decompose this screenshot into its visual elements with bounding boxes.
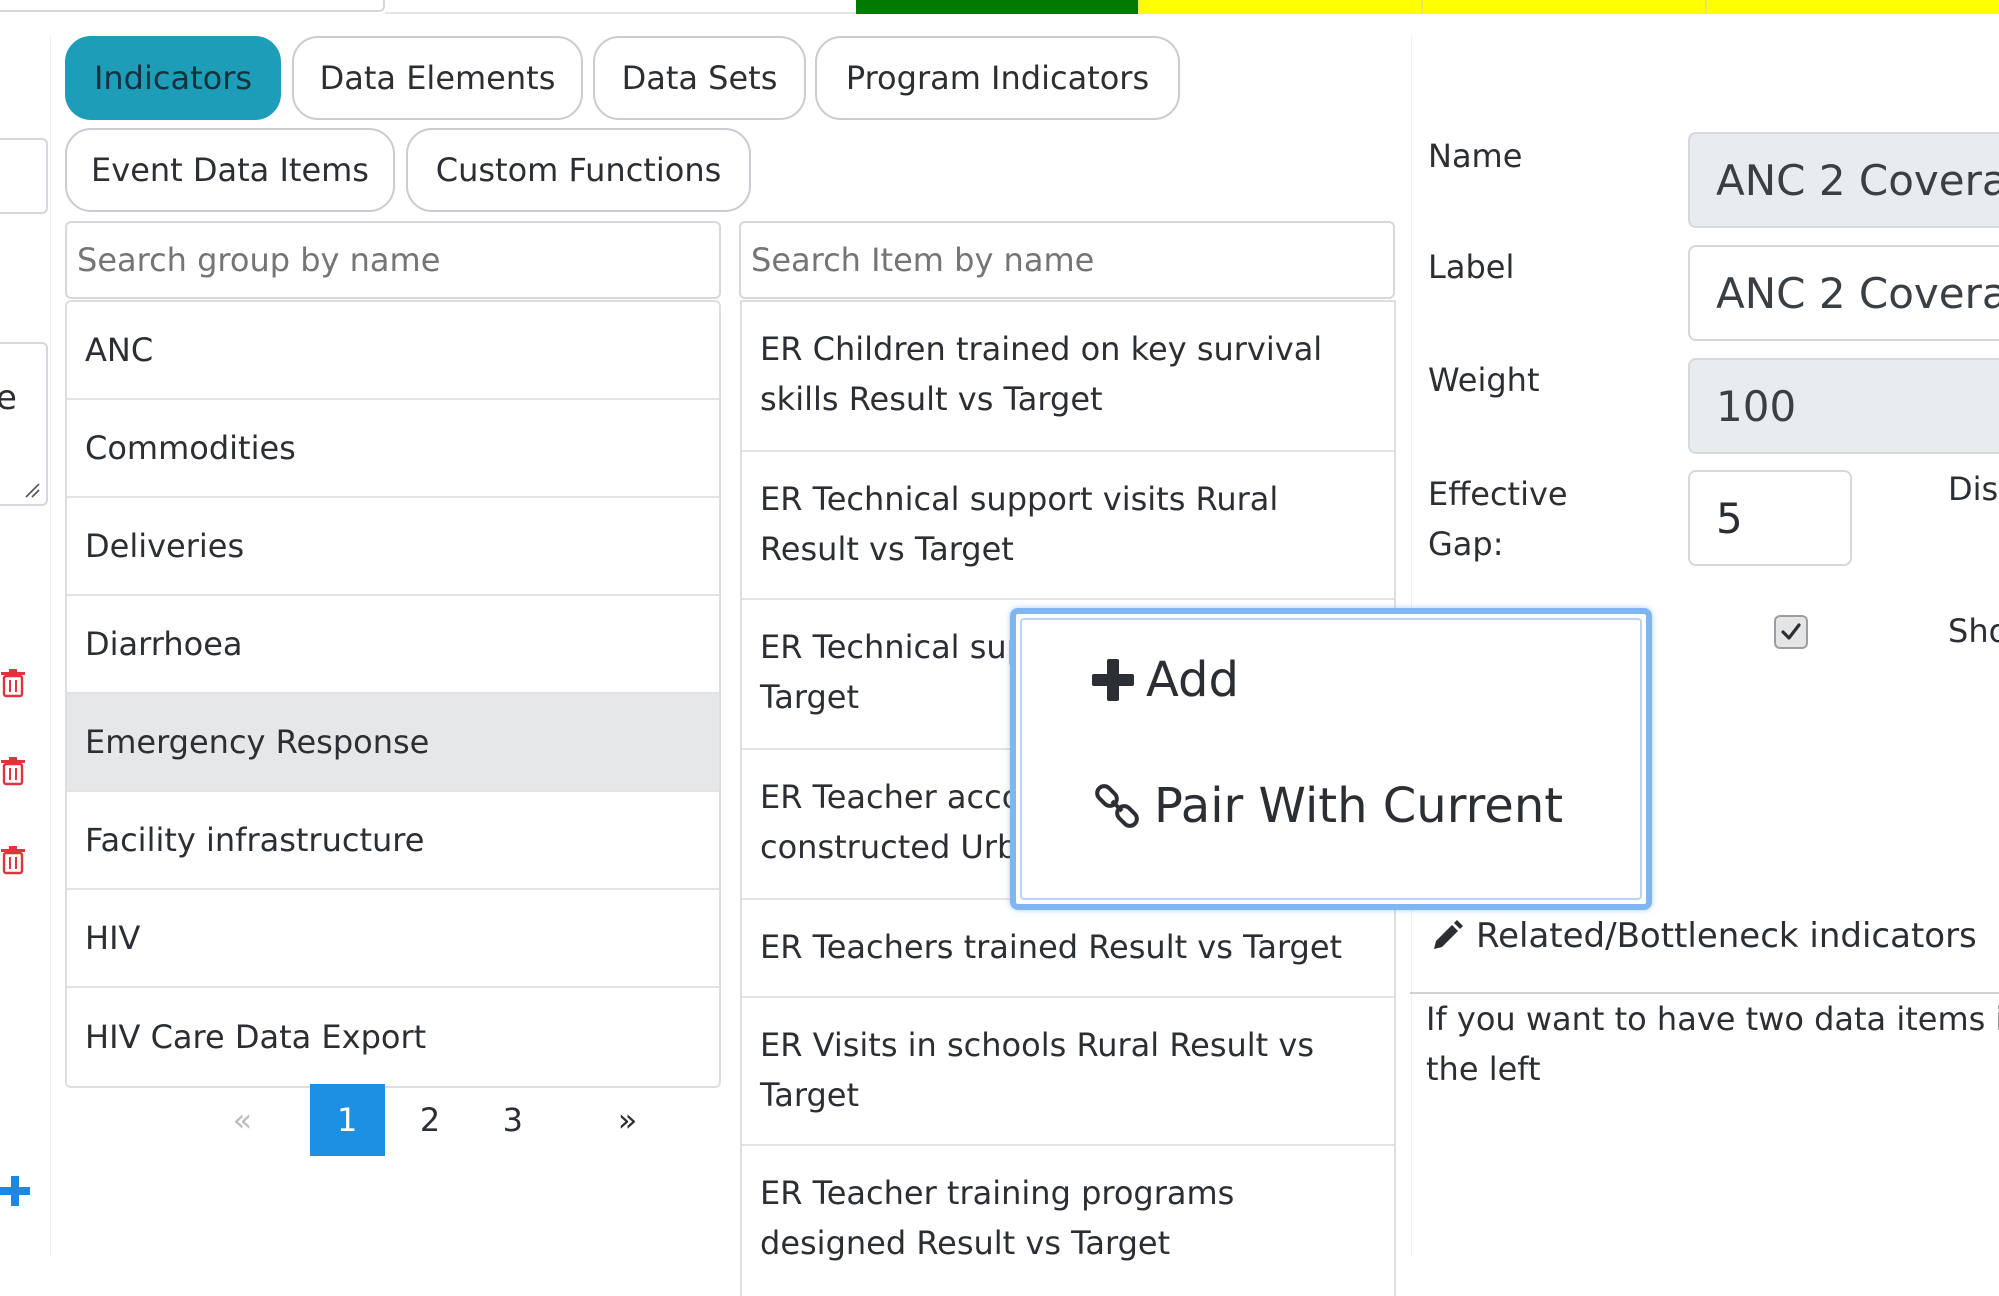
progress-segment [856, 0, 1138, 14]
group-list-item[interactable]: HIV [67, 890, 719, 988]
textarea-text-fragment: e [0, 378, 17, 418]
menu-item-add-label: Add [1146, 652, 1239, 708]
name-field[interactable]: ANC 2 Covera [1688, 132, 1999, 228]
resize-grip-icon[interactable] [24, 482, 40, 498]
progress-segment [1421, 0, 1705, 14]
item-text-line: skills Result vs Target [760, 380, 1103, 418]
pagination-page[interactable]: 1 [309, 1084, 385, 1156]
item-list-row[interactable]: ER Teacher training programs designed Re… [742, 1146, 1394, 1296]
show-label: Sho [1948, 612, 1999, 650]
tab-custom-functions[interactable]: Custom Functions [406, 128, 751, 212]
related-help-text: If you want to have two data items i the… [1426, 994, 1999, 1094]
tab-indicators[interactable]: Indicators [65, 36, 281, 120]
group-list-item[interactable]: HIV Care Data Export [67, 988, 719, 1086]
pagination-next[interactable]: » [590, 1084, 665, 1156]
label-field[interactable]: ANC 2 Covera [1688, 245, 1999, 341]
menu-item-add[interactable]: Add [1092, 652, 1239, 708]
weight-field[interactable]: 100 [1688, 358, 1999, 454]
item-text-line: ER Teacher training programs [760, 1174, 1235, 1212]
effective-gap-label-line: Effective [1428, 475, 1568, 513]
effective-gap-label: Effective Gap: [1428, 469, 1568, 569]
group-list: ANC Commodities Deliveries Diarrhoea Eme… [65, 300, 721, 1088]
group-list-item[interactable]: Diarrhoea [67, 596, 719, 694]
item-text-line: designed Result vs Target [760, 1224, 1171, 1262]
item-search-input[interactable] [739, 221, 1395, 299]
plus-icon [1092, 659, 1134, 701]
group-list-item-selected[interactable]: Emergency Response [67, 694, 719, 792]
tab-data-sets[interactable]: Data Sets [593, 36, 806, 120]
group-list-item[interactable]: Facility infrastructure [67, 792, 719, 890]
group-list-item[interactable]: Commodities [67, 400, 719, 498]
item-text-line: ER Technical support visits Rural [760, 480, 1279, 518]
related-indicators-title: Related/Bottleneck indicators [1476, 916, 1977, 956]
pencil-icon [1434, 920, 1463, 949]
tab-program-indicators[interactable]: Program Indicators [815, 36, 1180, 120]
progress-segment [1704, 0, 1999, 14]
progress-color-strip [856, 0, 1999, 14]
item-list-row[interactable]: ER Children trained on key survival skil… [742, 302, 1394, 452]
group-search-input[interactable] [65, 221, 721, 299]
help-text-line: If you want to have two data items i [1426, 1000, 1999, 1038]
label-label: Label [1428, 248, 1515, 286]
plus-icon[interactable] [0, 1176, 30, 1206]
show-checkbox[interactable] [1774, 615, 1808, 649]
checkmark-icon [1781, 623, 1801, 640]
trash-icon[interactable] [0, 845, 26, 875]
pagination-prev[interactable]: « [205, 1084, 280, 1156]
name-label: Name [1428, 137, 1523, 175]
progress-segment [1137, 0, 1422, 14]
group-list-item[interactable]: Deliveries [67, 498, 719, 596]
link-icon [1095, 784, 1139, 828]
trash-icon[interactable] [0, 668, 26, 698]
related-indicators-header[interactable]: Related/Bottleneck indicators [1430, 916, 1977, 956]
item-list-row[interactable]: ER Technical support visits Rural Result… [742, 452, 1394, 600]
item-text-line: Result vs Target [760, 530, 1014, 568]
item-list-row[interactable]: ER Teachers trained Result vs Target [742, 900, 1394, 998]
weight-label: Weight [1428, 361, 1540, 399]
item-list-row[interactable]: ER Visits in schools Rural Result vs Tar… [742, 998, 1394, 1146]
group-list-item[interactable]: ANC [67, 302, 719, 400]
tab-data-elements[interactable]: Data Elements [292, 36, 583, 120]
item-text-line: ER Visits in schools Rural Result vs [760, 1026, 1314, 1064]
context-menu: Add Pair With Current [1010, 608, 1652, 910]
pagination-page[interactable]: 2 [393, 1084, 468, 1156]
display-label: Dis [1948, 470, 1999, 508]
left-text-field[interactable] [0, 138, 48, 214]
menu-item-pair-label: Pair With Current [1154, 778, 1564, 834]
pagination: « 1 2 3 » [205, 1083, 665, 1157]
effective-gap-label-line: Gap: [1428, 525, 1504, 563]
help-text-line: the left [1426, 1050, 1541, 1088]
item-text-line: Target [760, 1076, 859, 1114]
tab-event-data-items[interactable]: Event Data Items [65, 128, 395, 212]
effective-gap-field[interactable]: 5 [1688, 470, 1852, 566]
menu-item-pair-with-current[interactable]: Pair With Current [1092, 778, 1563, 834]
item-text-line: ER Children trained on key survival [760, 330, 1323, 368]
pagination-page[interactable]: 3 [475, 1084, 550, 1156]
trash-icon[interactable] [0, 756, 26, 786]
left-textarea[interactable]: e [0, 342, 48, 506]
item-text-line: ER Teachers trained Result vs Target [760, 928, 1343, 966]
top-input[interactable] [0, 0, 385, 12]
